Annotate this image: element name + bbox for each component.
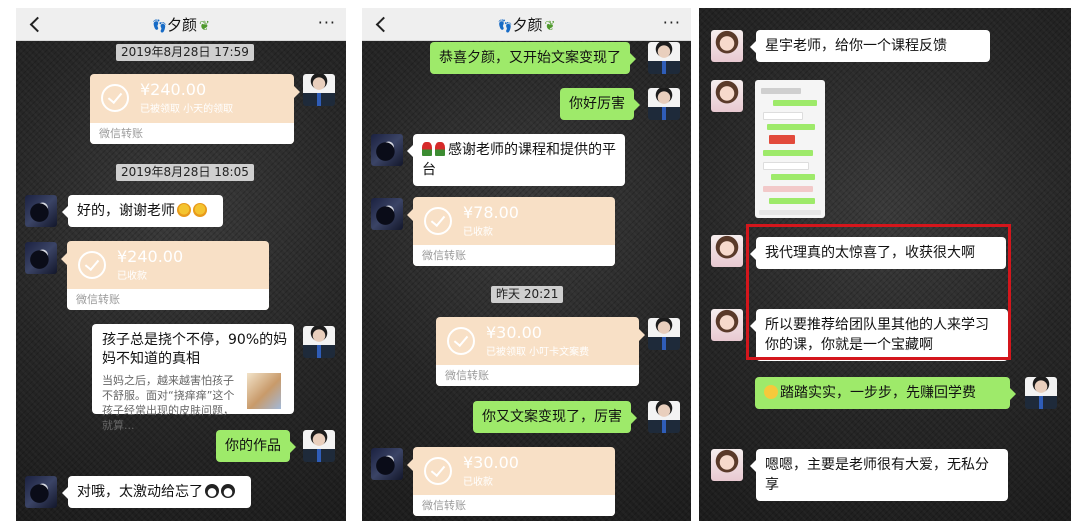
leaf-icon: ❦: [199, 19, 210, 34]
money-emoji-icon: [193, 203, 207, 217]
chat-header: 👣 夕颜 ❦ ···: [362, 8, 691, 41]
transfer-label: 微信转账: [445, 369, 489, 382]
avatar[interactable]: [711, 30, 743, 62]
chat-panel-1: 👣 夕颜 ❦ ··· 2019年8月28日 17:59 ¥240.00 已被领取 小…: [16, 8, 346, 521]
transfer-amount: ¥240.00: [140, 80, 207, 99]
message-bubble: 感谢老师的课程和提供的平台: [407, 134, 625, 186]
transfer-label: 微信转账: [422, 249, 466, 262]
avatar[interactable]: [371, 198, 403, 230]
highlight-box: [746, 224, 1011, 360]
avatar[interactable]: [371, 134, 403, 166]
message-bubble: 恭喜夕颜，又开始文案变现了: [430, 42, 636, 74]
message-bubble: 你又文案变现了，厉害: [473, 401, 637, 433]
avatar[interactable]: [711, 235, 743, 267]
more-options-icon[interactable]: ···: [663, 13, 681, 32]
chat-panel-2: 👣 夕颜 ❦ ··· 恭喜夕颜，又开始文案变现了 你好厉害 感谢老师的课程和提供的平…: [362, 8, 691, 521]
transfer-message[interactable]: ¥30.00 已被领取 小叮卡文案费 微信转账: [436, 317, 639, 386]
rose-emoji-icon: [435, 142, 445, 156]
rose-emoji-icon: [422, 142, 432, 156]
transfer-label: 微信转账: [422, 499, 466, 512]
smile-emoji-icon: [764, 385, 778, 399]
transfer-amount: ¥240.00: [117, 247, 184, 266]
transfer-check-icon: [78, 251, 106, 279]
article-description: 当妈之后，越来越害怕孩子不舒服。面对“挠痒痒”这个孩子经常出现的皮肤问题，就算.…: [102, 374, 235, 432]
avatar[interactable]: [711, 449, 743, 481]
avatar[interactable]: [711, 80, 743, 112]
timestamp: 昨天 20:21: [491, 286, 564, 303]
message-bubble: 嗯嗯，主要是老师很有大爱，无私分享: [750, 449, 1008, 501]
transfer-message[interactable]: ¥30.00 已收款 微信转账: [413, 447, 615, 516]
transfer-message[interactable]: ¥240.00 已被领取 小天的领取 微信转账: [90, 74, 294, 144]
chat-title: 夕颜: [167, 16, 198, 34]
chat-panel-3: 星宇老师，给你一个课程反馈 我代理真的太惊喜了，收获很大啊 所以要推荐给团队里其…: [699, 8, 1071, 521]
footprints-icon: 👣: [152, 19, 167, 33]
chat-header: 👣 夕颜 ❦ ···: [16, 8, 346, 41]
transfer-check-icon: [447, 327, 475, 355]
transfer-message[interactable]: ¥78.00 已收款 微信转账: [413, 197, 615, 266]
transfer-amount: ¥78.00: [463, 203, 519, 222]
transfer-status: 已收款: [463, 227, 493, 238]
avatar[interactable]: [648, 401, 680, 433]
transfer-message[interactable]: ¥240.00 已收款 微信转账: [67, 241, 269, 310]
avatar[interactable]: [303, 74, 335, 106]
avatar[interactable]: [303, 430, 335, 462]
avatar[interactable]: [25, 195, 57, 227]
transfer-check-icon: [424, 207, 452, 235]
article-link-card[interactable]: 孩子总是挠个不停，90%的妈妈不知道的真相 当妈之后，越来越害怕孩子不舒服。面对…: [92, 324, 294, 432]
message-bubble: 踏踏实实，一步步，先赚回学费: [755, 377, 1016, 409]
avatar[interactable]: [648, 42, 680, 74]
avatar[interactable]: [25, 242, 57, 274]
transfer-label: 微信转账: [76, 293, 120, 306]
transfer-status: 已收款: [117, 271, 147, 282]
transfer-status: 已被领取 小天的领取: [140, 104, 234, 115]
penguin-emoji-icon: [221, 484, 235, 498]
avatar[interactable]: [303, 326, 335, 358]
more-options-icon[interactable]: ···: [318, 13, 336, 32]
timestamp: 2019年8月28日 17:59: [116, 44, 254, 61]
timestamp: 2019年8月28日 18:05: [116, 164, 254, 181]
article-thumbnail: [247, 373, 281, 409]
avatar[interactable]: [1025, 377, 1057, 409]
chat-screenshot-image[interactable]: [755, 80, 825, 218]
transfer-status: 已被领取 小叮卡文案费: [486, 347, 590, 358]
money-emoji-icon: [177, 203, 191, 217]
message-bubble: 好的，谢谢老师: [62, 195, 223, 227]
transfer-check-icon: [101, 84, 129, 112]
message-bubble: 你好厉害: [560, 88, 640, 120]
avatar[interactable]: [648, 318, 680, 350]
avatar[interactable]: [648, 88, 680, 120]
avatar[interactable]: [711, 309, 743, 341]
leaf-icon: ❦: [544, 19, 556, 34]
avatar[interactable]: [25, 476, 57, 508]
transfer-amount: ¥30.00: [486, 323, 542, 342]
transfer-amount: ¥30.00: [463, 453, 519, 472]
chat-title: 夕颜: [512, 16, 543, 34]
message-bubble: 对哦，太激动给忘了: [62, 476, 251, 508]
message-bubble: 你的作品: [216, 430, 296, 462]
footprints-icon: 👣: [497, 19, 513, 33]
article-title: 孩子总是挠个不停，90%的妈妈不知道的真相: [102, 332, 288, 367]
penguin-emoji-icon: [205, 484, 219, 498]
transfer-check-icon: [424, 457, 452, 485]
avatar[interactable]: [371, 448, 403, 480]
transfer-label: 微信转账: [99, 127, 143, 140]
transfer-status: 已收款: [463, 477, 493, 488]
message-bubble: 星宇老师，给你一个课程反馈: [750, 30, 990, 62]
